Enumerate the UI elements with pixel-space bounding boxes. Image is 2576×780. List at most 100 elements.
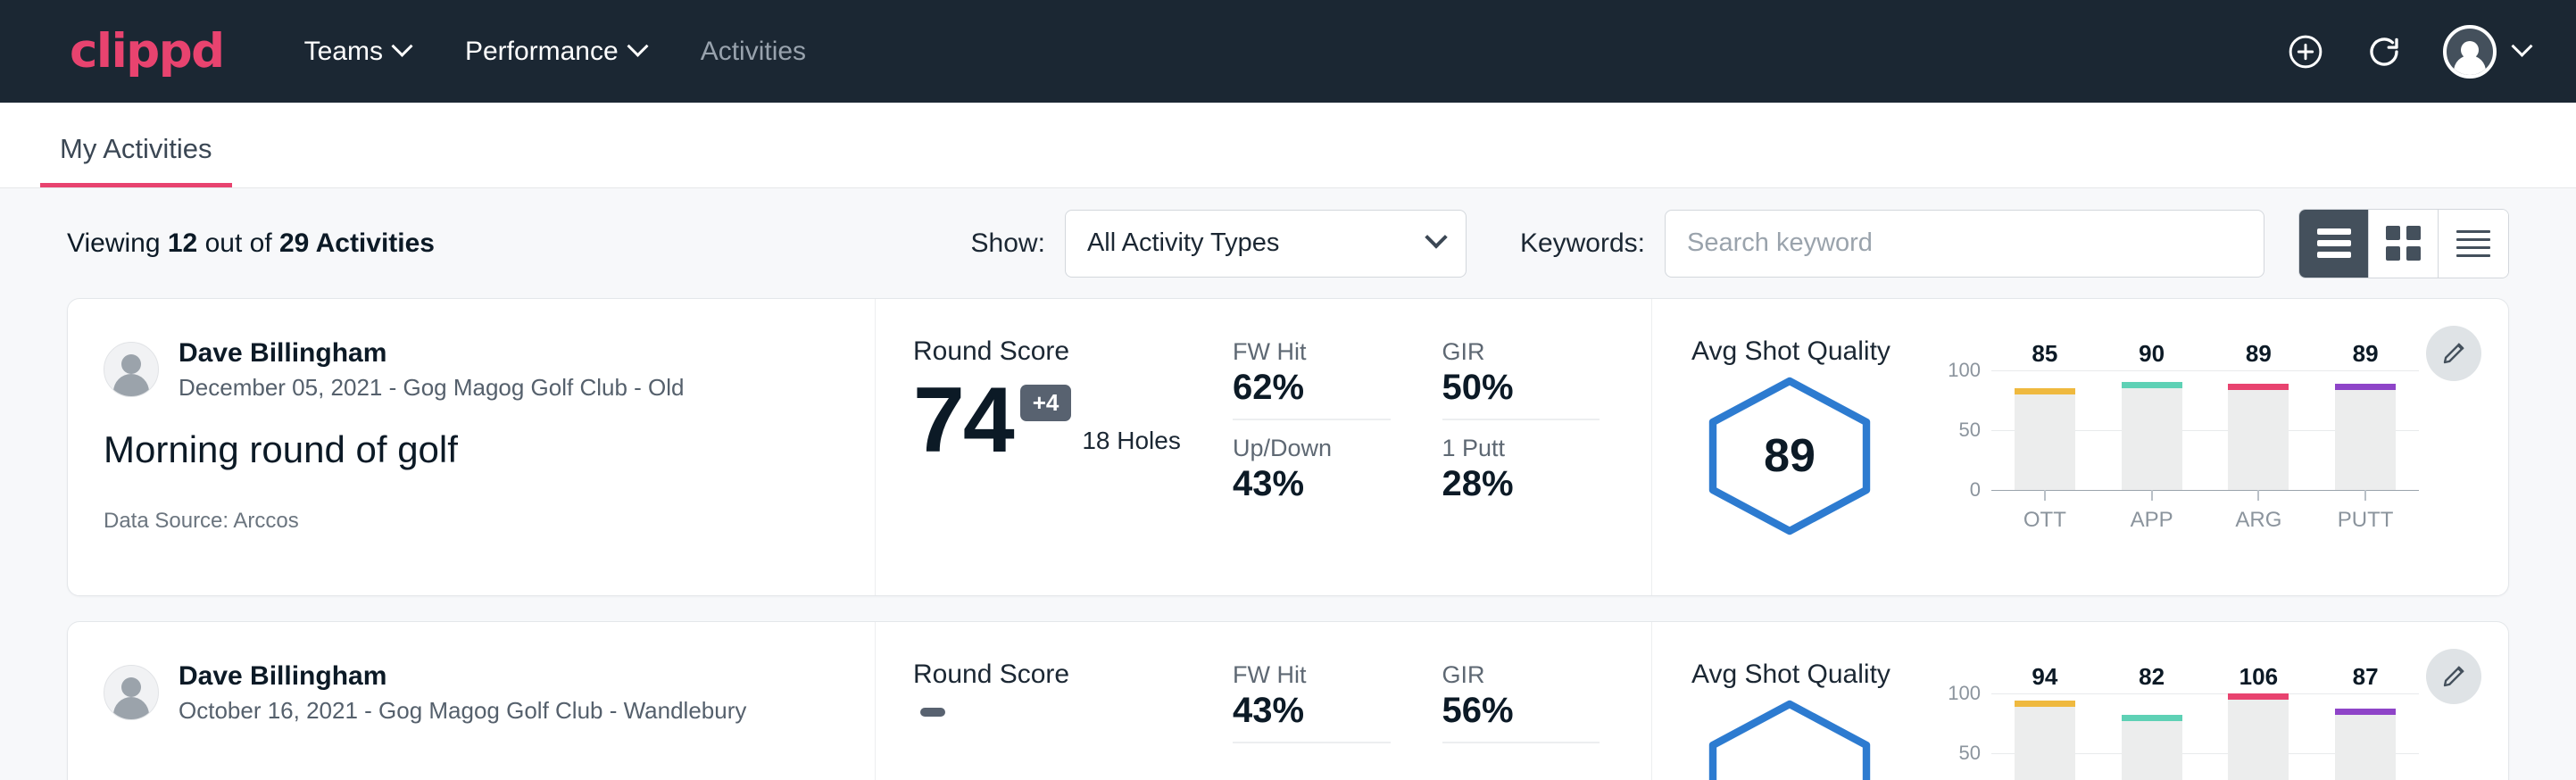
bar-value-label: 89: [2246, 340, 2272, 368]
viewing-count: 12: [168, 228, 197, 258]
activity-info: Dave Billingham October 16, 2021 - Gog M…: [68, 622, 876, 780]
bar-value-label: 89: [2353, 340, 2379, 368]
chevron-down-icon: [627, 36, 648, 57]
view-mode-toggle: [2298, 209, 2509, 278]
bar-value-label: 94: [2032, 663, 2057, 691]
chart-bars: 94 82 106 8: [1991, 693, 2419, 780]
activity-type-value: All Activity Types: [1087, 228, 1279, 258]
x-tick-label: OTT: [2023, 508, 2066, 533]
stat-value: 62%: [1233, 368, 1391, 408]
activity-card[interactable]: Dave Billingham October 16, 2021 - Gog M…: [67, 621, 2509, 780]
search-input[interactable]: [1665, 210, 2264, 278]
chart-bar: 89: [2206, 370, 2313, 490]
x-tick-label: APP: [2131, 508, 2173, 533]
chart-bar: 85: [1991, 370, 2098, 490]
chart-y-axis: 100 50 0: [1929, 693, 1981, 780]
nav-actions: [2286, 25, 2530, 79]
viewing-total: 29 Activities: [279, 228, 435, 258]
shot-quality-value: [1700, 699, 1879, 780]
edit-activity-button[interactable]: [2426, 649, 2481, 704]
round-score-section: Round Score: [876, 622, 1233, 780]
bar-value-label: 90: [2139, 340, 2165, 368]
activity-meta: December 05, 2021 - Gog Magog Golf Club …: [179, 372, 685, 403]
shot-quality-value: 89: [1700, 376, 1879, 536]
stat-up-down: [1233, 758, 1425, 759]
x-tick-label: PUTT: [2338, 508, 2394, 533]
stat-value: 43%: [1233, 691, 1391, 731]
nav-item-teams[interactable]: Teams: [304, 37, 410, 67]
chart-plot-area: 94 82 106 8: [1991, 693, 2419, 780]
author-name: Dave Billingham: [179, 336, 685, 370]
nav-item-activities[interactable]: Activities: [701, 37, 806, 67]
app-logo[interactable]: clippd: [70, 24, 224, 79]
stat-label: 1 Putt: [1442, 435, 1634, 462]
shot-quality-hexagon: [1700, 699, 1879, 780]
nav-item-performance-label: Performance: [465, 37, 619, 67]
viewing-prefix: Viewing: [67, 228, 161, 258]
chart-y-axis: 100 50 0: [1929, 370, 1981, 490]
tab-my-activities[interactable]: My Activities: [40, 133, 232, 187]
activity-data-source: Data Source: Arccos: [104, 509, 839, 534]
viewing-count-text: Viewing 12 out of 29 Activities: [67, 228, 435, 259]
chart-plot-area: 85 90 89 89: [1991, 370, 2419, 490]
chart-bar: 89: [2312, 370, 2419, 490]
add-circle-icon[interactable]: [2286, 32, 2325, 71]
main-content: Viewing 12 out of 29 Activities Show: Al…: [0, 188, 2576, 780]
avatar: [104, 342, 159, 397]
activity-title: Morning round of golf: [104, 428, 839, 471]
chart-bar: 94: [1991, 693, 2098, 780]
refresh-icon[interactable]: [2364, 32, 2404, 71]
edit-activity-button[interactable]: [2426, 326, 2481, 381]
avg-shot-quality-section: Avg Shot Quality 100 50 0: [1652, 622, 2508, 780]
activity-author: Dave Billingham October 16, 2021 - Gog M…: [104, 660, 839, 726]
activity-stats: FW Hit 43% GIR 56%: [1233, 622, 1652, 780]
bar-value-label: 87: [2353, 663, 2379, 691]
show-label: Show:: [971, 228, 1045, 259]
chart-x-axis: OTT APP ARG PUTT: [1991, 490, 2419, 533]
chart-bar: 82: [2098, 693, 2206, 780]
holes-played: 18 Holes: [1082, 427, 1181, 455]
y-tick-label: 0: [1970, 478, 1981, 502]
activity-stats: FW Hit 62% GIR 50% Up/Down 43% 1 Putt 28…: [1233, 299, 1652, 595]
activity-type-select[interactable]: All Activity Types: [1065, 210, 1467, 278]
avatar-menu[interactable]: [2443, 25, 2530, 79]
score-to-par-badge: +4: [1020, 385, 1072, 421]
shot-quality-hexagon: 89: [1700, 376, 1879, 536]
stat-label: GIR: [1442, 338, 1600, 366]
viewing-mid: out of: [205, 228, 272, 258]
chart-bars: 85 90 89 89: [1991, 370, 2419, 490]
stat-fw-hit: FW Hit 43%: [1233, 661, 1391, 743]
activity-author: Dave Billingham December 05, 2021 - Gog …: [104, 336, 839, 403]
keywords-label: Keywords:: [1520, 228, 1645, 259]
x-tick-label: ARG: [2235, 508, 2281, 533]
stat-up-down: Up/Down 43%: [1233, 435, 1425, 504]
compact-view-button[interactable]: [2439, 210, 2508, 278]
bar-value-label: 82: [2139, 663, 2165, 691]
filter-bar: Viewing 12 out of 29 Activities Show: Al…: [67, 188, 2509, 298]
avatar: [104, 665, 159, 720]
activity-card[interactable]: Dave Billingham December 05, 2021 - Gog …: [67, 298, 2509, 596]
y-tick-label: 100: [1948, 682, 1981, 705]
stat-value: 28%: [1442, 464, 1634, 504]
y-tick-label: 100: [1948, 359, 1981, 382]
avatar[interactable]: [2443, 25, 2497, 79]
stat-value: 43%: [1233, 464, 1425, 504]
author-name: Dave Billingham: [179, 660, 746, 693]
stat-label: FW Hit: [1233, 338, 1391, 366]
round-score-label: Round Score: [913, 660, 1233, 690]
y-tick-label: 50: [1959, 419, 1981, 442]
stat-label: GIR: [1442, 661, 1600, 689]
grid-view-button[interactable]: [2369, 210, 2439, 278]
shot-quality-chart: 100 50 0 85: [1929, 370, 2419, 540]
round-score-label: Round Score: [913, 336, 1233, 367]
shot-quality-chart: 100 50 0 94: [1929, 693, 2419, 780]
nav-item-activities-label: Activities: [701, 37, 806, 67]
nav-item-performance[interactable]: Performance: [465, 37, 645, 67]
chart-bar: 106: [2206, 693, 2313, 780]
list-view-button[interactable]: [2299, 210, 2369, 278]
bar-value-label: 85: [2032, 340, 2057, 368]
filter-controls: Show: All Activity Types Keywords:: [971, 209, 2509, 278]
activity-info: Dave Billingham December 05, 2021 - Gog …: [68, 299, 876, 595]
chevron-down-icon: [2511, 36, 2532, 57]
stat-value: 50%: [1442, 368, 1600, 408]
